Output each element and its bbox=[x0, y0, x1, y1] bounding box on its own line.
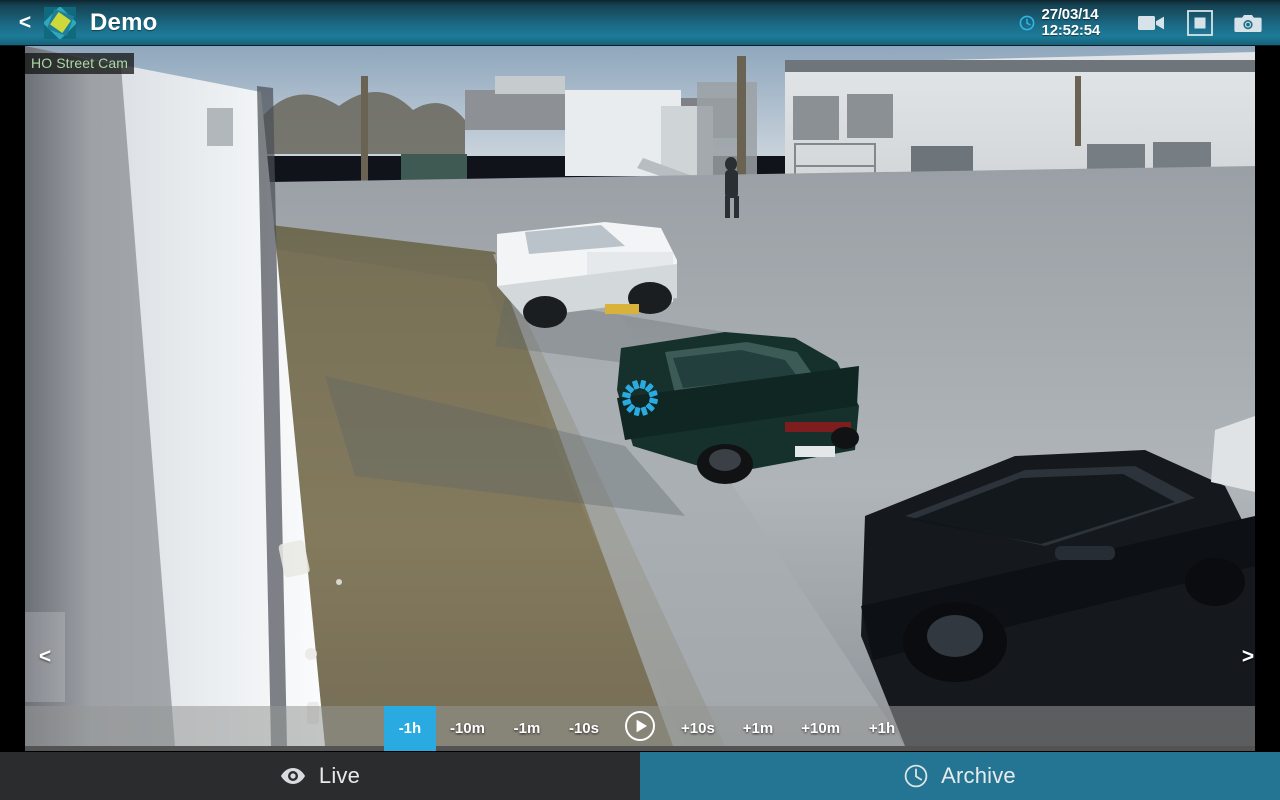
tab-archive[interactable]: Archive bbox=[640, 752, 1280, 800]
seek-minus-1m-button[interactable]: -1m bbox=[499, 706, 555, 751]
record-video-button[interactable] bbox=[1128, 0, 1176, 46]
next-camera-button[interactable]: > bbox=[1228, 612, 1268, 702]
back-button[interactable]: < bbox=[8, 12, 42, 33]
clock-icon bbox=[1019, 15, 1035, 31]
tab-archive-label: Archive bbox=[941, 763, 1016, 788]
tab-live-label: Live bbox=[318, 763, 361, 788]
photo-camera-icon bbox=[1234, 12, 1262, 34]
bottom-tab-bar: Live Archive bbox=[0, 752, 1280, 800]
seek-backward-group: -1h -10m -1m -10s bbox=[25, 706, 613, 751]
previous-camera-button[interactable]: < bbox=[25, 612, 65, 702]
seek-plus-1m-button[interactable]: +1m bbox=[729, 706, 787, 751]
stop-button[interactable] bbox=[1176, 0, 1224, 46]
stop-square-icon bbox=[1187, 9, 1213, 36]
seek-plus-10s-button[interactable]: +10s bbox=[667, 706, 729, 751]
datetime-text: 27/03/14 12:52:54 bbox=[1041, 5, 1101, 39]
app-logo-icon bbox=[44, 6, 76, 39]
seek-forward-group: +10s +1m +10m +1h bbox=[667, 706, 1255, 751]
seek-minus-1h-button[interactable]: -1h bbox=[383, 706, 436, 751]
loading-spinner-icon bbox=[618, 376, 662, 420]
app-title: Demo bbox=[90, 8, 158, 36]
play-button[interactable] bbox=[613, 706, 667, 751]
video-camera-icon bbox=[1137, 12, 1167, 34]
app-root: < Demo 27/03/14 12:52:54 HO Street Cam <… bbox=[0, 0, 1280, 800]
camera-name-label: HO Street Cam bbox=[25, 53, 134, 74]
play-circle-icon bbox=[624, 710, 656, 747]
tab-live[interactable]: Live bbox=[0, 752, 640, 800]
seek-plus-1h-button[interactable]: +1h bbox=[854, 706, 910, 751]
clock-icon bbox=[904, 764, 928, 788]
title-bar: < Demo 27/03/14 12:52:54 bbox=[0, 0, 1280, 46]
playback-seek-bar: -1h -10m -1m -10s +10s +1m +10m +1h bbox=[25, 706, 1255, 751]
seek-plus-10m-button[interactable]: +10m bbox=[787, 706, 854, 751]
eye-icon bbox=[280, 767, 306, 785]
seek-minus-10s-button[interactable]: -10s bbox=[555, 706, 613, 751]
snapshot-button[interactable] bbox=[1224, 0, 1272, 46]
video-stage: HO Street Cam < > -1h -10m -1m -10s +10s… bbox=[0, 46, 1280, 752]
datetime-display: 27/03/14 12:52:54 bbox=[1019, 5, 1101, 39]
seek-minus-10m-button[interactable]: -10m bbox=[436, 706, 499, 751]
